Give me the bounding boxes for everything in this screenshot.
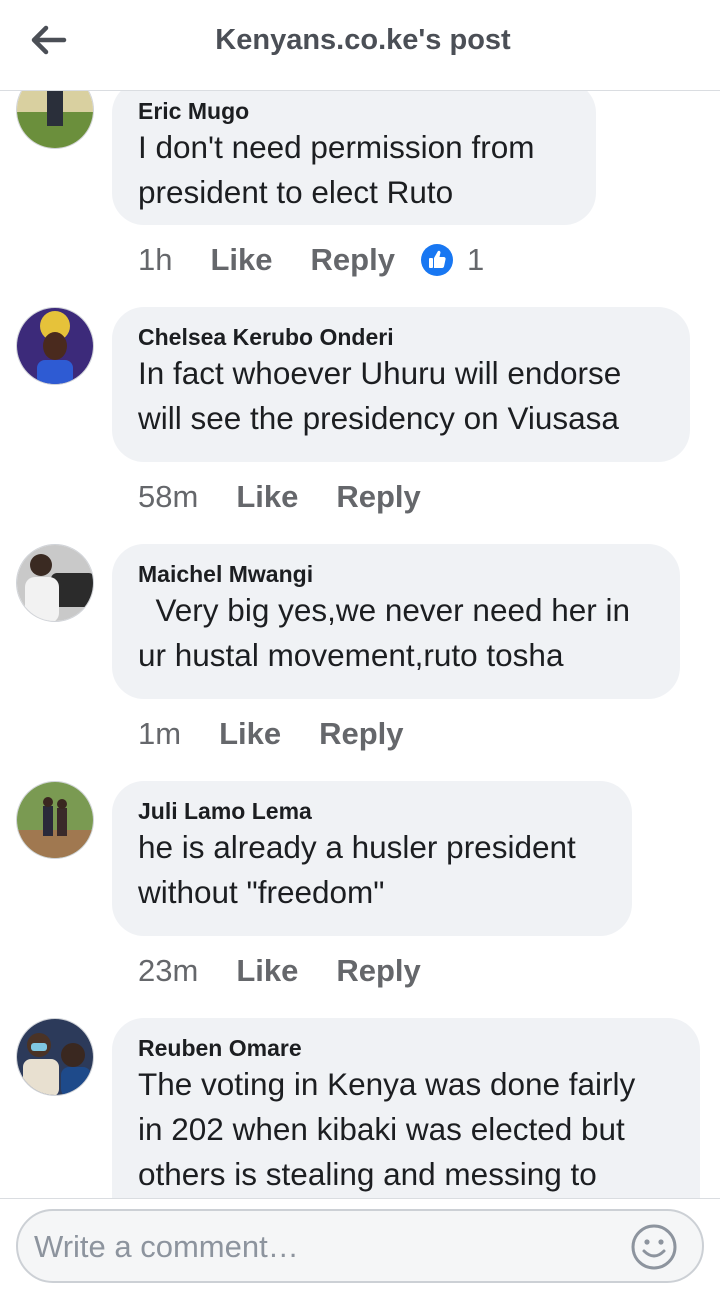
reply-button[interactable]: Reply: [319, 716, 403, 752]
comment-time[interactable]: 58m: [138, 479, 198, 515]
comment-actions: 1m Like Reply: [138, 714, 404, 754]
like-button[interactable]: Like: [219, 716, 281, 752]
comment-author[interactable]: Chelsea Kerubo Onderi: [138, 323, 664, 351]
like-thumb-icon: [420, 244, 453, 276]
comment-bubble: Reuben Omare The voting in Kenya was don…: [112, 1018, 700, 1198]
comment-bubble: Maichel Mwangi Very big yes,we never nee…: [112, 544, 680, 699]
comment-time[interactable]: 1h: [138, 242, 172, 278]
comment-time[interactable]: 1m: [138, 716, 181, 752]
comment-author[interactable]: Juli Lamo Lema: [138, 797, 606, 825]
comments-list: Eric Mugo I don't need permission from p…: [0, 91, 720, 1198]
comment-text: The voting in Kenya was done fairly in 2…: [138, 1066, 636, 1192]
comment-bubble: Chelsea Kerubo Onderi In fact whoever Uh…: [112, 307, 690, 462]
reply-button[interactable]: Reply: [336, 953, 420, 989]
comment-author[interactable]: Reuben Omare: [138, 1034, 674, 1062]
comment-bubble: Eric Mugo I don't need permission from p…: [112, 91, 596, 225]
like-button[interactable]: Like: [236, 953, 298, 989]
avatar[interactable]: [16, 307, 94, 385]
comment-input[interactable]: [32, 1223, 596, 1271]
comment-text: I don't need permission from president t…: [138, 129, 535, 210]
comment-text: he is already a husler president without…: [138, 829, 576, 910]
avatar[interactable]: [16, 1018, 94, 1096]
comment-author[interactable]: Maichel Mwangi: [138, 560, 654, 588]
comment-text: In fact whoever Uhuru will endorse will …: [138, 355, 622, 436]
comment-text: Very big yes,we never need her in ur hus…: [138, 592, 631, 673]
emoji-icon[interactable]: [630, 1223, 678, 1271]
reaction-count: 1: [466, 242, 485, 277]
avatar[interactable]: [16, 91, 94, 149]
like-button[interactable]: Like: [210, 242, 272, 278]
reaction-summary[interactable]: 1: [420, 242, 485, 278]
like-button[interactable]: Like: [236, 479, 298, 515]
avatar[interactable]: [16, 544, 94, 622]
comment-time[interactable]: 23m: [138, 953, 198, 989]
comment-composer: [0, 1198, 720, 1290]
comment-author[interactable]: Eric Mugo: [138, 97, 570, 125]
comment-input-box[interactable]: [16, 1209, 704, 1283]
reply-button[interactable]: Reply: [311, 242, 395, 278]
comment-actions: 58m Like Reply: [138, 477, 421, 517]
comment-actions: 23m Like Reply: [138, 951, 421, 991]
top-bar: Kenyans.co.ke's post: [0, 0, 720, 91]
reply-button[interactable]: Reply: [336, 479, 420, 515]
comment-bubble: Juli Lamo Lema he is already a husler pr…: [112, 781, 632, 936]
comment-actions: 1h Like Reply 1: [138, 240, 484, 280]
avatar[interactable]: [16, 781, 94, 859]
page-title: Kenyans.co.ke's post: [215, 24, 511, 56]
